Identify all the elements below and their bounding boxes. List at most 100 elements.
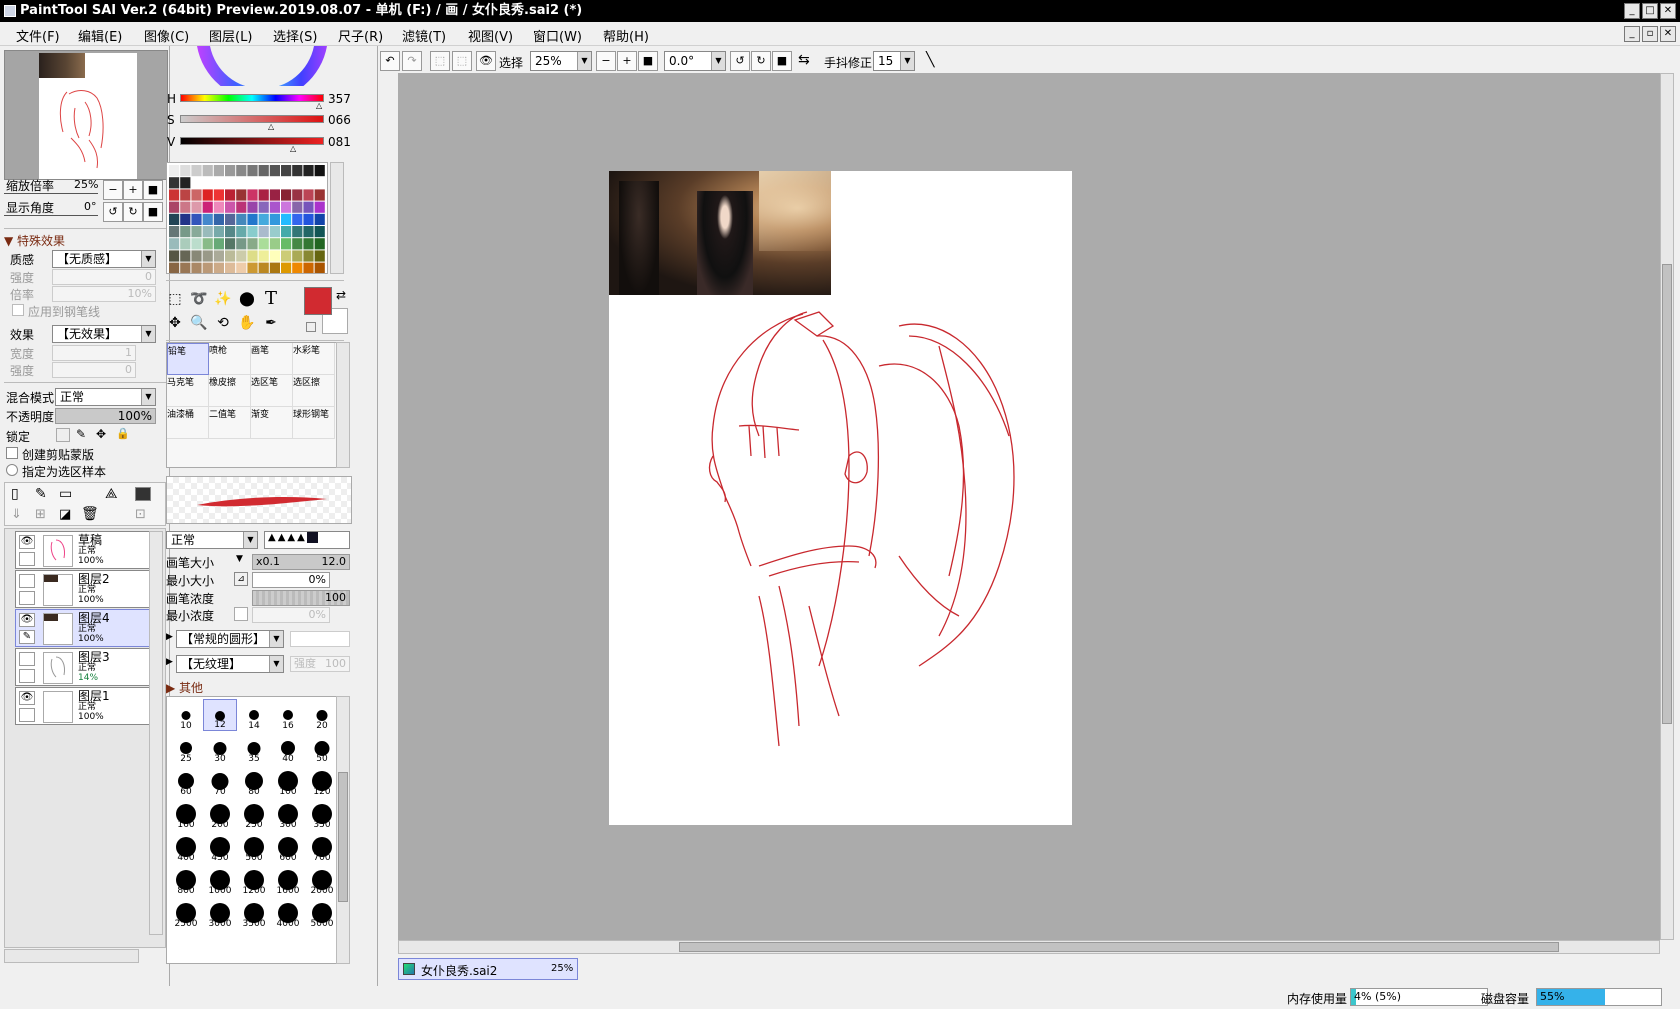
brush-size-600[interactable]: 600 [271, 831, 305, 863]
rotate-right-button[interactable]: ↻ [123, 202, 143, 222]
color-swatch[interactable] [169, 201, 180, 213]
text-icon[interactable]: T [260, 288, 282, 310]
color-swatch[interactable] [225, 238, 236, 250]
apply-pen-checkbox[interactable] [12, 304, 24, 316]
canvas-page[interactable] [609, 171, 1072, 825]
canvas-hscroll[interactable] [398, 940, 1660, 954]
color-swatch[interactable] [281, 213, 292, 225]
menu-ruler[interactable]: 尺子(R) [338, 26, 383, 45]
value-slider[interactable] [180, 137, 324, 145]
color-swatch[interactable] [202, 226, 213, 238]
eye-icon[interactable]: 👁 [19, 691, 35, 705]
new-folder-icon[interactable]: ▭ [59, 486, 72, 502]
rotate-reset-button[interactable]: ■ [143, 202, 163, 222]
color-swatch[interactable] [281, 189, 292, 201]
brush-size-250[interactable]: 250 [237, 798, 271, 830]
color-swatch[interactable] [314, 250, 325, 262]
lock-paint-icon[interactable]: ✎ [76, 427, 86, 441]
brush-size-12[interactable]: 12 [203, 699, 237, 731]
color-swatch[interactable] [247, 238, 258, 250]
swatch-scrollbar[interactable] [330, 162, 344, 274]
brush-size-400[interactable]: 400 [169, 831, 203, 863]
brush-shape-strength[interactable] [290, 631, 350, 647]
color-swatch[interactable] [202, 165, 213, 177]
color-swatch[interactable] [191, 213, 202, 225]
brush-size-70[interactable]: 70 [203, 765, 237, 797]
color-swatch[interactable] [180, 238, 191, 250]
color-swatch[interactable] [292, 201, 303, 213]
minimize-button[interactable]: _ [1624, 3, 1640, 19]
move-icon[interactable]: ✥ [164, 312, 186, 334]
color-swatch[interactable] [213, 250, 224, 262]
brush-size-25[interactable]: 25 [169, 732, 203, 764]
document-tab[interactable]: 女仆良秀.sai2 25% [398, 958, 578, 980]
scale-field[interactable]: 10% [52, 286, 156, 302]
color-swatch[interactable] [169, 177, 180, 189]
brush-binary[interactable]: 二值笔 [209, 407, 251, 439]
scrollbar-thumb[interactable] [679, 942, 1559, 952]
color-swatch[interactable] [303, 262, 314, 274]
color-swatch[interactable] [213, 262, 224, 274]
brush-size-800[interactable]: 800 [169, 864, 203, 896]
brush-size-3500[interactable]: 3500 [237, 897, 271, 929]
zoom-slider[interactable] [4, 193, 98, 194]
other-section-title[interactable]: ▶ 其他 [166, 679, 203, 696]
canvas-zoom-reset-button[interactable]: ■ [638, 51, 658, 71]
min-density-field[interactable]: 0% [252, 607, 330, 623]
brush-marker[interactable]: 马克笔 [167, 375, 209, 407]
brush-size-5000[interactable]: 5000 [305, 897, 337, 929]
color-swatch[interactable] [314, 201, 325, 213]
rotate-icon[interactable]: ⟲ [212, 312, 234, 334]
color-swatch[interactable] [213, 226, 224, 238]
strength2-field[interactable]: 0 [52, 362, 136, 378]
color-swatch[interactable] [292, 262, 303, 274]
navigator-preview[interactable] [4, 50, 168, 180]
canvas-rotate-left-button[interactable]: ↺ [730, 51, 750, 71]
color-swatch[interactable] [236, 177, 247, 189]
color-swatch[interactable] [269, 250, 280, 262]
color-swatch[interactable] [281, 165, 292, 177]
color-swatch[interactable] [247, 177, 258, 189]
saturation-slider[interactable] [180, 115, 324, 123]
color-swatch[interactable] [236, 250, 247, 262]
new-pen-layer-icon[interactable]: ✎ [35, 486, 47, 502]
mdi-restore-button[interactable]: ▫ [1642, 26, 1658, 42]
color-swatch[interactable] [292, 226, 303, 238]
color-swatch[interactable] [269, 238, 280, 250]
swatch-grid[interactable] [166, 162, 328, 274]
pressure-density-checkbox[interactable] [234, 607, 248, 621]
brush-shape-select[interactable]: 【常规的圆形】 ▼ [176, 630, 284, 648]
eye-hidden-icon[interactable] [19, 574, 35, 588]
color-swatch[interactable] [169, 238, 180, 250]
color-swatch[interactable] [191, 177, 202, 189]
lock-move-icon[interactable]: ✥ [96, 427, 106, 441]
color-swatch[interactable] [180, 250, 191, 262]
foreground-color-swatch[interactable] [304, 287, 332, 315]
brush-size-4000[interactable]: 4000 [271, 897, 305, 929]
canvas-vscroll[interactable] [1660, 73, 1674, 940]
color-swatch[interactable] [213, 201, 224, 213]
deselect-button[interactable]: ⬚ [430, 51, 450, 71]
color-swatch[interactable] [247, 226, 258, 238]
pencil-icon[interactable]: ✎ [19, 630, 35, 644]
redo-button[interactable]: ↷ [402, 51, 422, 71]
menu-window[interactable]: 窗口(W) [533, 26, 582, 45]
effects-section-title[interactable]: ▼ 特殊效果 [4, 232, 65, 249]
move-down-icon[interactable]: ⇓ [11, 507, 22, 522]
color-swatch[interactable] [303, 177, 314, 189]
color-swatch[interactable] [258, 165, 269, 177]
color-swatch[interactable] [314, 189, 325, 201]
color-swatch[interactable] [292, 165, 303, 177]
brush-grid-scrollbar[interactable] [336, 342, 350, 468]
color-swatch[interactable] [236, 238, 247, 250]
brush-size-80[interactable]: 80 [237, 765, 271, 797]
color-swatch[interactable] [303, 213, 314, 225]
invert-select-button[interactable]: ⬚ [452, 51, 472, 71]
color-swatch[interactable] [191, 262, 202, 274]
angle-slider[interactable] [4, 215, 98, 216]
brush-size-1200[interactable]: 1200 [237, 864, 271, 896]
color-swatch[interactable] [247, 165, 258, 177]
color-swatch[interactable] [169, 226, 180, 238]
brush-size-scrollbar[interactable] [336, 696, 350, 964]
color-swatch[interactable] [292, 250, 303, 262]
